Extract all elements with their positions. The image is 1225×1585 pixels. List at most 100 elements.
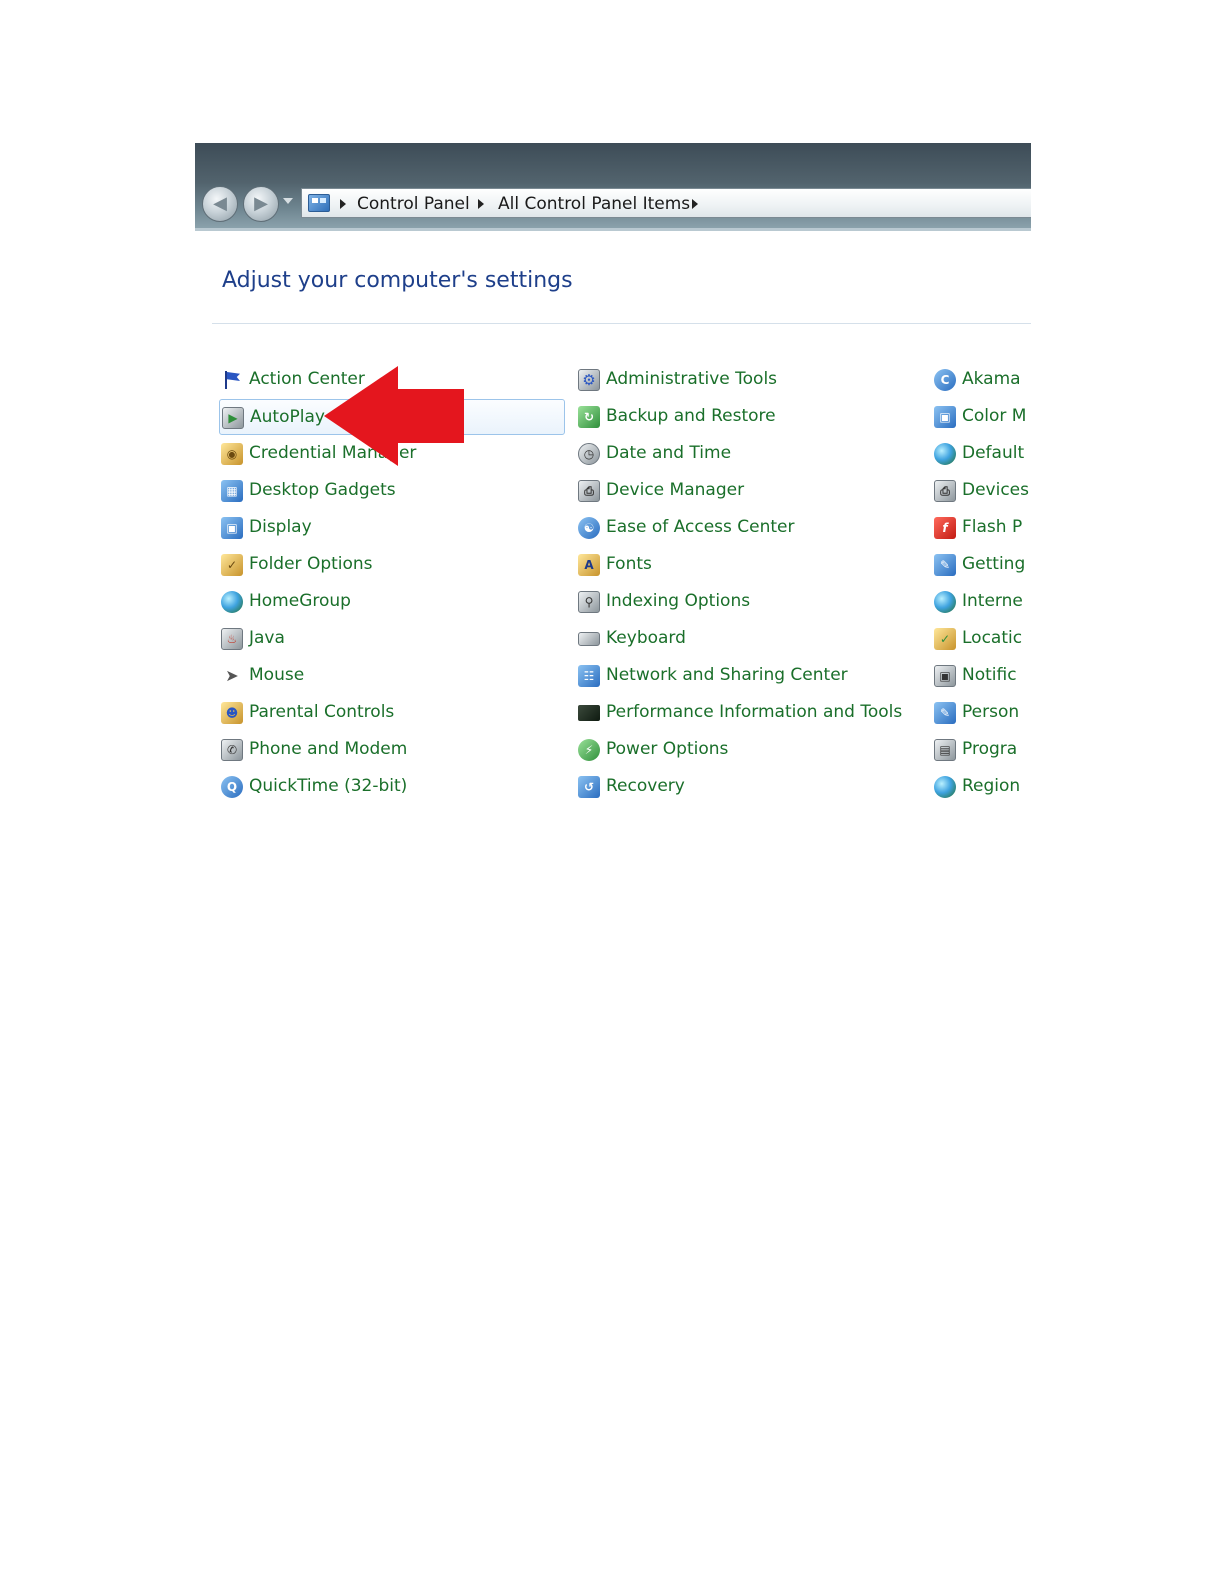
internet-options-icon	[934, 591, 956, 613]
item-label: Progra	[962, 739, 1018, 759]
phone-icon: ✆	[221, 739, 243, 761]
item-label: Fonts	[606, 554, 652, 574]
item-color-management[interactable]: ▣ Color M	[932, 399, 1031, 435]
gear-icon: ⚙	[578, 369, 600, 391]
region-icon	[934, 776, 956, 798]
flash-icon: f	[934, 517, 956, 539]
network-icon: ☷	[578, 665, 600, 687]
item-folder-options[interactable]: ✓ Folder Options	[219, 547, 565, 583]
item-getting-started[interactable]: ✎ Getting	[932, 547, 1031, 583]
getting-started-icon: ✎	[934, 554, 956, 576]
autoplay-icon: ▶	[222, 407, 244, 429]
item-quicktime[interactable]: Q QuickTime (32-bit)	[219, 769, 565, 805]
item-label: Akama	[962, 369, 1021, 389]
item-label: Power Options	[606, 739, 729, 759]
item-personalization[interactable]: ✎ Person	[932, 695, 1031, 731]
item-ease-of-access-center[interactable]: ☯ Ease of Access Center	[576, 510, 922, 546]
notification-icon: ▣	[934, 665, 956, 687]
breadcrumb-chevron-icon[interactable]	[340, 199, 346, 209]
flag-icon	[221, 369, 243, 391]
item-label: Network and Sharing Center	[606, 665, 848, 685]
location-icon: ✓	[934, 628, 956, 650]
programs-icon: ▤	[934, 739, 956, 761]
arrow-left-icon: ◀	[213, 193, 227, 214]
backup-icon: ↻	[578, 406, 600, 428]
item-label: Desktop Gadgets	[249, 480, 396, 500]
item-label: Display	[249, 517, 312, 537]
item-label: Phone and Modem	[249, 739, 408, 759]
item-akamai[interactable]: C Akama	[932, 362, 1031, 398]
power-icon: ⚡	[578, 739, 600, 761]
item-label: Folder Options	[249, 554, 373, 574]
personalization-icon: ✎	[934, 702, 956, 724]
akamai-icon: C	[934, 369, 956, 391]
item-default-programs[interactable]: Default	[932, 436, 1031, 472]
item-label: Recovery	[606, 776, 685, 796]
item-label: HomeGroup	[249, 591, 351, 611]
item-homegroup[interactable]: HomeGroup	[219, 584, 565, 620]
item-programs-and-features[interactable]: ▤ Progra	[932, 732, 1031, 768]
item-flash-player[interactable]: f Flash P	[932, 510, 1031, 546]
item-devices-and-printers[interactable]: ⎙ Devices	[932, 473, 1031, 509]
item-label: Keyboard	[606, 628, 686, 648]
item-backup-and-restore[interactable]: ↻ Backup and Restore	[576, 399, 922, 435]
item-label: Notific	[962, 665, 1017, 685]
item-label: Getting	[962, 554, 1026, 574]
item-indexing-options[interactable]: ⚲ Indexing Options	[576, 584, 922, 620]
arrow-right-icon: ▶	[254, 193, 268, 214]
quicktime-icon: Q	[221, 776, 243, 798]
item-internet-options[interactable]: Interne	[932, 584, 1031, 620]
item-label: Region	[962, 776, 1021, 796]
devices-icon: ⎙	[934, 480, 956, 502]
item-network-and-sharing-center[interactable]: ☷ Network and Sharing Center	[576, 658, 922, 694]
item-label: Backup and Restore	[606, 406, 776, 426]
item-notification-area-icons[interactable]: ▣ Notific	[932, 658, 1031, 694]
back-button[interactable]: ◀	[202, 186, 238, 222]
item-mouse[interactable]: ➤ Mouse	[219, 658, 565, 694]
page-title: Adjust your computer's settings	[222, 268, 573, 293]
recent-pages-dropdown[interactable]	[283, 198, 293, 204]
item-recovery[interactable]: ↺ Recovery	[576, 769, 922, 805]
item-label: Default	[962, 443, 1025, 463]
item-label: Flash P	[962, 517, 1023, 537]
java-icon: ♨	[221, 628, 243, 650]
item-performance-information[interactable]: Performance Information and Tools	[576, 695, 922, 731]
item-power-options[interactable]: ⚡ Power Options	[576, 732, 922, 768]
item-label: Mouse	[249, 665, 305, 685]
item-java[interactable]: ♨ Java	[219, 621, 565, 657]
address-bar[interactable]: Control Panel All Control Panel Items	[301, 188, 1031, 218]
item-parental-controls[interactable]: ☻ Parental Controls	[219, 695, 565, 731]
item-label: Person	[962, 702, 1020, 722]
breadcrumb-chevron-icon[interactable]	[478, 199, 484, 209]
performance-icon	[578, 705, 600, 721]
item-desktop-gadgets[interactable]: ▦ Desktop Gadgets	[219, 473, 565, 509]
search-icon: ⚲	[578, 591, 600, 613]
gadgets-icon: ▦	[221, 480, 243, 502]
item-keyboard[interactable]: Keyboard	[576, 621, 922, 657]
breadcrumb-control-panel[interactable]: Control Panel	[357, 194, 470, 214]
item-region-and-language[interactable]: Region	[932, 769, 1031, 805]
breadcrumb-all-items[interactable]: All Control Panel Items	[498, 194, 690, 214]
item-label: Performance Information and Tools	[606, 702, 903, 722]
item-label: Interne	[962, 591, 1023, 611]
breadcrumb-chevron-icon[interactable]	[692, 199, 698, 209]
item-label: Date and Time	[606, 443, 732, 463]
item-date-and-time[interactable]: ◷ Date and Time	[576, 436, 922, 472]
content-pane: Adjust your computer's settings Action C…	[195, 231, 1031, 811]
item-phone-and-modem[interactable]: ✆ Phone and Modem	[219, 732, 565, 768]
item-label: Java	[249, 628, 285, 648]
item-label: AutoPlay	[250, 407, 325, 427]
family-icon: ☻	[221, 702, 243, 724]
item-label: QuickTime (32-bit)	[249, 776, 408, 796]
item-fonts[interactable]: A Fonts	[576, 547, 922, 583]
keyboard-icon	[578, 632, 600, 646]
item-display[interactable]: ▣ Display	[219, 510, 565, 546]
item-device-manager[interactable]: ⎙ Device Manager	[576, 473, 922, 509]
forward-button[interactable]: ▶	[243, 186, 279, 222]
item-location-sensors[interactable]: ✓ Locatic	[932, 621, 1031, 657]
item-label: Locatic	[962, 628, 1023, 648]
homegroup-icon	[221, 591, 243, 613]
item-label: Administrative Tools	[606, 369, 778, 389]
accessibility-icon: ☯	[578, 517, 600, 539]
item-administrative-tools[interactable]: ⚙ Administrative Tools	[576, 362, 922, 398]
